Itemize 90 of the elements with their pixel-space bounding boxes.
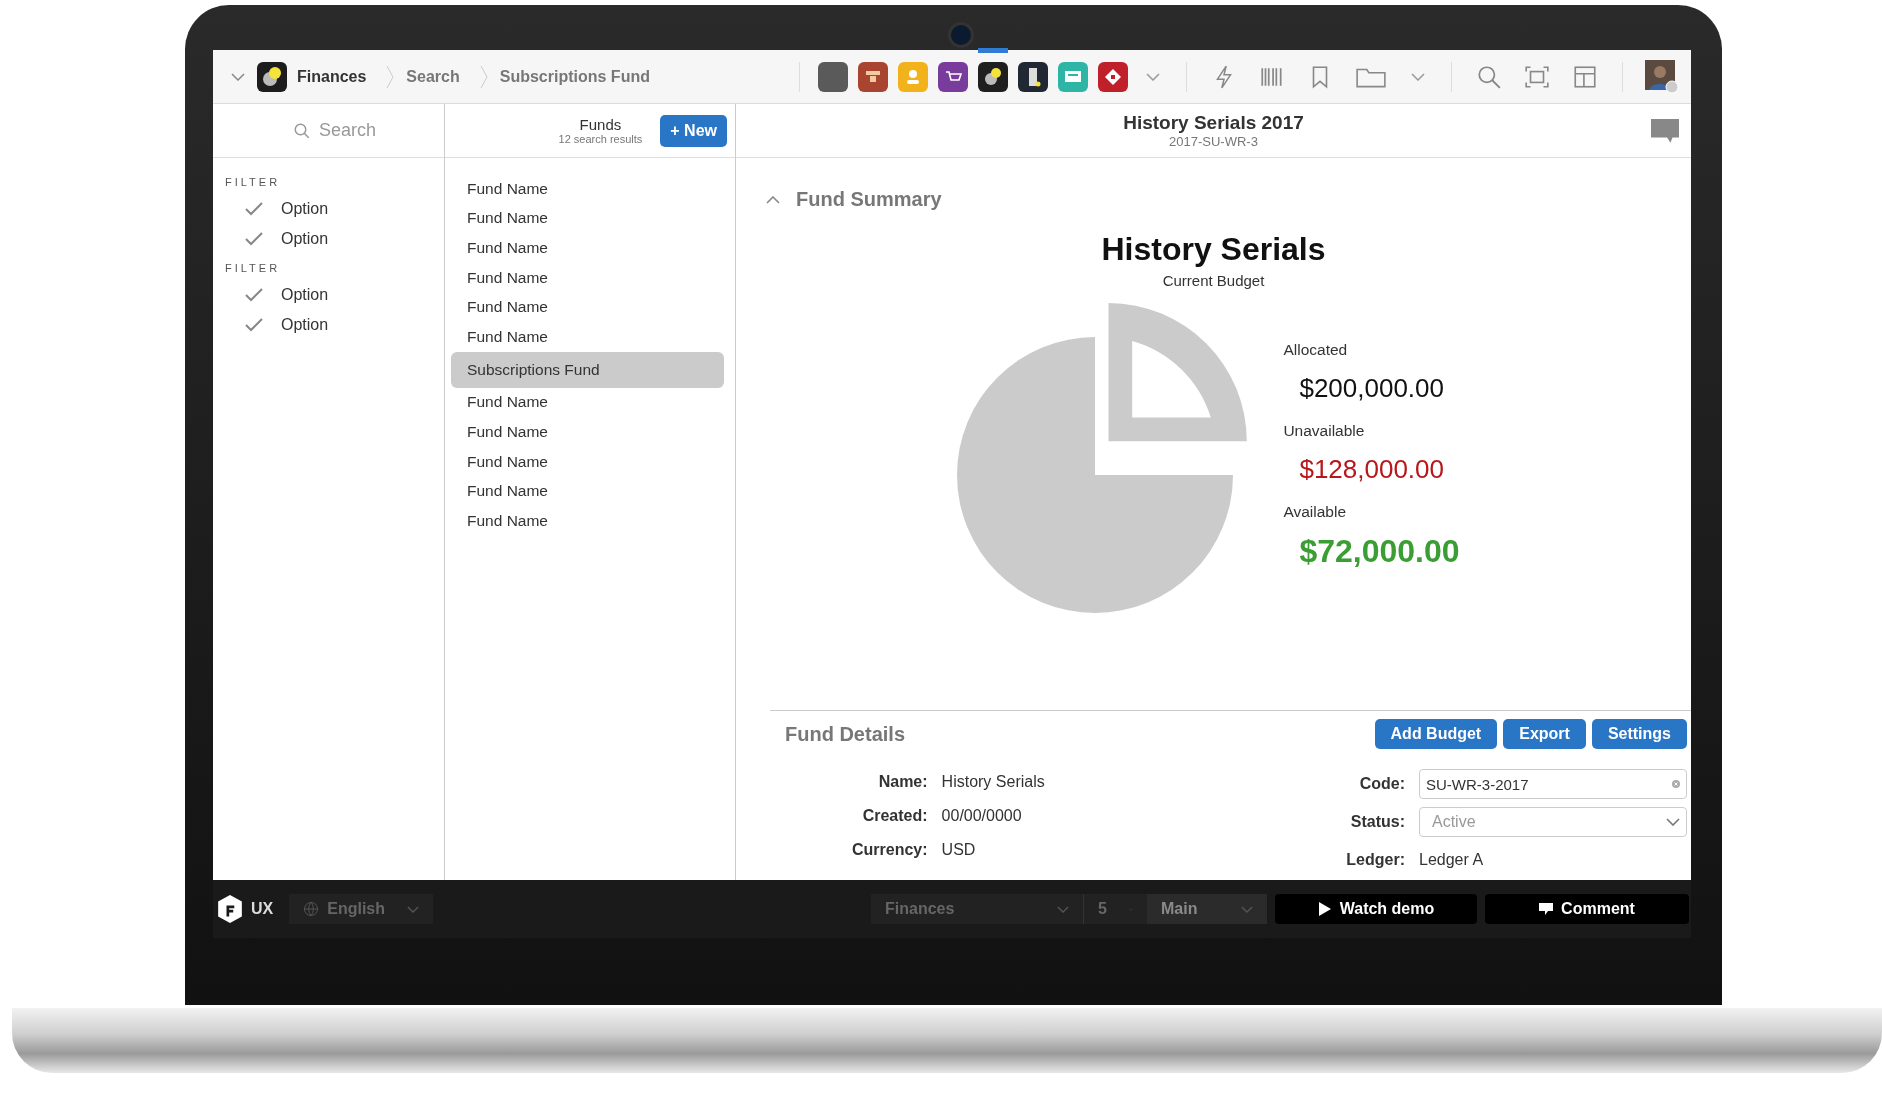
- speech-bubble-icon: [1539, 902, 1554, 916]
- section-heading[interactable]: Fund Summary: [796, 188, 942, 211]
- filter-heading: FILTER: [225, 262, 282, 274]
- clear-icon[interactable]: [1671, 779, 1681, 789]
- hexagon-logo-icon: [217, 895, 243, 923]
- amount-value: $72,000.00: [1299, 533, 1460, 570]
- field-value: Ledger A: [1419, 851, 1485, 869]
- breadcrumb-link[interactable]: Subscriptions Fund: [499, 67, 650, 86]
- app-tile-icon[interactable]: [818, 61, 848, 92]
- chevron-down-icon: [407, 905, 419, 913]
- breadcrumb-separator-icon: [386, 64, 395, 89]
- play-icon: [1317, 902, 1332, 916]
- action-button[interactable]: Export: [1503, 719, 1586, 749]
- amount-value: $128,000.00: [1299, 454, 1445, 485]
- list-title: Funds: [578, 116, 623, 133]
- active-indicator: [978, 47, 1008, 53]
- action-button[interactable]: Add Budget: [1374, 719, 1498, 749]
- chevron-down-icon[interactable]: [1146, 72, 1160, 81]
- chevron-down-icon[interactable]: [1411, 72, 1425, 81]
- moon-app-icon[interactable]: [257, 61, 287, 92]
- fund-list-item[interactable]: Fund Name: [451, 446, 724, 477]
- view-dropdown[interactable]: Main: [1147, 894, 1267, 924]
- field-value: USD: [941, 841, 977, 859]
- record-title: History Serials 2017: [1123, 112, 1304, 134]
- amount-label: Available: [1283, 503, 1348, 521]
- fund-list-item[interactable]: Fund Name: [451, 321, 724, 352]
- chevron-down-icon: [1666, 818, 1680, 826]
- breadcrumb-link[interactable]: Search: [406, 67, 460, 86]
- field-label: Currency:: [852, 841, 928, 859]
- fund-list-item[interactable]: Fund Name: [451, 203, 724, 234]
- receipt-icon[interactable]: [1018, 61, 1048, 92]
- chevron-down-icon[interactable]: [231, 72, 245, 81]
- avatar-icon[interactable]: [1645, 59, 1679, 94]
- filter-option[interactable]: Option: [281, 316, 329, 334]
- field-label: Created:: [861, 807, 928, 825]
- fund-list-item[interactable]: Fund Name: [451, 292, 724, 322]
- checkmark-icon[interactable]: [245, 288, 263, 302]
- fund-list-item[interactable]: Fund Name: [451, 505, 724, 536]
- checkmark-icon[interactable]: [245, 202, 263, 216]
- filter-heading: FILTER: [225, 176, 282, 188]
- filter-option[interactable]: Option: [281, 200, 329, 218]
- comment-icon[interactable]: [1651, 119, 1679, 145]
- amount-label: Unavailable: [1283, 422, 1366, 440]
- tray-icon[interactable]: [858, 61, 888, 92]
- checkmark-icon[interactable]: [245, 318, 263, 332]
- field-label: Code:: [1358, 775, 1405, 793]
- comment-button[interactable]: Comment: [1485, 894, 1689, 924]
- new-button[interactable]: + New: [660, 114, 727, 147]
- field-label: Name:: [877, 773, 928, 791]
- amount-value: $200,000.00: [1299, 373, 1445, 404]
- fund-list-item[interactable]: Fund Name: [451, 476, 724, 506]
- action-button[interactable]: Settings: [1591, 719, 1687, 749]
- cart-icon[interactable]: [938, 61, 968, 92]
- code-input-field[interactable]: SU-WR-3-2017: [1419, 769, 1687, 799]
- chart-subtitle: Current Budget: [1162, 272, 1265, 289]
- search-field[interactable]: Search: [317, 119, 431, 142]
- app-name[interactable]: Finances: [297, 67, 367, 86]
- search-icon[interactable]: [1476, 63, 1502, 90]
- fund-list-item[interactable]: Subscriptions Fund: [451, 351, 724, 388]
- fund-list-item[interactable]: Fund Name: [451, 417, 724, 447]
- section-heading: Fund Details: [785, 722, 905, 746]
- search-icon: [293, 121, 311, 140]
- chart-title: History Serials: [1101, 231, 1326, 268]
- filter-option[interactable]: Option: [281, 230, 329, 248]
- result-count: 12 search results: [558, 133, 643, 145]
- field-value: 00/00/0000: [941, 807, 1023, 825]
- fund-list-item[interactable]: Fund Name: [451, 387, 724, 418]
- moon-icon[interactable]: [978, 61, 1008, 92]
- field-label: Status:: [1349, 813, 1405, 831]
- collapse-caret-icon[interactable]: [766, 195, 780, 204]
- chevron-down-icon: [1057, 905, 1069, 913]
- record-code: 2017-SU-WR-3: [1168, 134, 1259, 149]
- card-icon[interactable]: [1058, 61, 1088, 92]
- breadcrumb-separator-icon: [479, 64, 488, 89]
- layout-icon[interactable]: [1572, 63, 1598, 90]
- globe-icon: [303, 901, 320, 917]
- checkmark-icon[interactable]: [245, 232, 263, 246]
- fund-list-item[interactable]: Fund Name: [451, 262, 724, 293]
- brand-name: UX: [251, 900, 274, 918]
- chevron-down-icon: [1241, 905, 1253, 913]
- field-label: Ledger:: [1346, 851, 1405, 869]
- person-icon[interactable]: [898, 61, 928, 92]
- fund-list-item[interactable]: Fund Name: [451, 233, 724, 263]
- fund-list-item[interactable]: Fund Name: [451, 174, 724, 204]
- fullscreen-icon[interactable]: [1524, 63, 1550, 90]
- field-value: History Serials: [941, 773, 1045, 791]
- amount-label: Allocated: [1283, 341, 1349, 359]
- camera-icon: [948, 22, 974, 48]
- watch-demo-button[interactable]: Watch demo: [1275, 894, 1477, 924]
- filter-option[interactable]: Option: [281, 286, 329, 304]
